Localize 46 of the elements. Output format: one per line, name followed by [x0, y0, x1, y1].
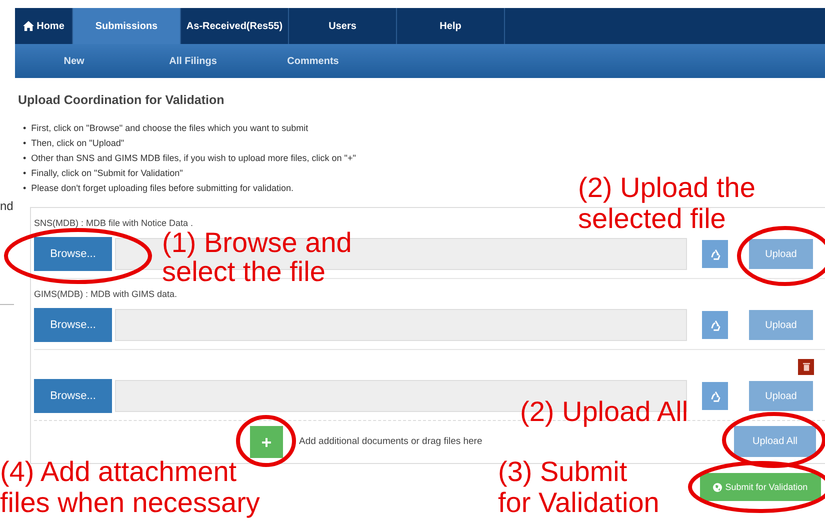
page-title: Upload Coordination for Validation	[18, 93, 224, 108]
recycle-icon	[710, 248, 720, 260]
nav-tab[interactable]: Submissions	[73, 8, 181, 44]
sub-tab[interactable]: Comments	[253, 56, 373, 66]
browse-button[interactable]: Browse...	[34, 237, 112, 271]
annotation-text: (2) Upload the selected file	[578, 172, 756, 234]
annotation-text: (2) Upload All	[520, 396, 688, 427]
bullet: •	[23, 152, 26, 164]
delete-button[interactable]	[798, 358, 814, 374]
globe-icon	[713, 482, 722, 492]
bullet: •	[23, 136, 26, 148]
bullet: •	[23, 122, 26, 134]
bullet: •	[23, 166, 26, 178]
file-label: SNS(MDB) : MDB file with Notice Data .	[34, 218, 194, 228]
submit-button[interactable]: Submit for Validation	[700, 473, 821, 501]
cut-off-text: nd	[0, 199, 14, 213]
recycle-icon	[710, 320, 720, 330]
upload-button[interactable]: Upload	[749, 310, 813, 340]
plus-icon	[262, 438, 271, 446]
browse-button[interactable]: Browse...	[34, 379, 112, 413]
instruction-item: First, click on "Browse" and choose the files which you want to submit	[31, 122, 308, 134]
browse-button[interactable]: Browse...	[34, 308, 112, 342]
annotation-text: (1) Browse and select the file	[162, 228, 352, 286]
recycle-icon	[710, 390, 720, 402]
home-icon	[22, 21, 34, 31]
trash-icon	[802, 362, 810, 371]
highlight-ellipse	[236, 415, 296, 467]
add-button[interactable]	[250, 426, 283, 458]
file-input[interactable]	[115, 309, 687, 341]
file-label: GIMS(MDB) : MDB with GIMS data.	[34, 288, 178, 298]
reset-button[interactable]	[702, 311, 728, 339]
instruction-item: Then, click on "Upload"	[31, 136, 124, 148]
annotation-text: (4) Add attachment files when necessary	[0, 456, 260, 518]
reset-button[interactable]	[702, 382, 728, 410]
instruction-item: Finally, click on "Submit for Validation"	[31, 166, 183, 178]
upload-button[interactable]: Upload	[749, 381, 813, 411]
sub-tab[interactable]: All Filings	[133, 56, 253, 66]
annotation-text: (3) Submit for Validation	[498, 456, 660, 518]
instruction-item: Please don't forget uploading files before submitting for validation.	[31, 182, 294, 194]
bullet: •	[23, 182, 26, 194]
instruction-item: Other than SNS and GIMS MDB files, if you wish to upload more files, click on "+"	[31, 152, 356, 164]
add-documents-text: Add additional documents or drag files here	[299, 436, 482, 447]
upload-button[interactable]: Upload	[749, 239, 813, 269]
upload-all-button[interactable]: Upload All	[734, 426, 816, 457]
sub-tab[interactable]: New	[15, 56, 133, 66]
reset-button[interactable]	[702, 240, 728, 268]
